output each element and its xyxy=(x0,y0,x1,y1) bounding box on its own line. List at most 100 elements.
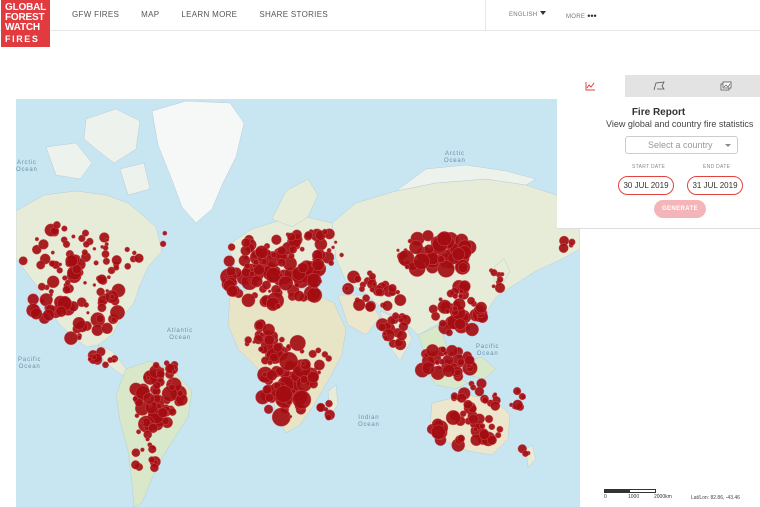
fire-detection-point xyxy=(262,323,275,337)
fire-detection-point xyxy=(568,238,576,246)
scale-bar-graphic xyxy=(604,489,656,493)
tab-imagery[interactable] xyxy=(692,75,760,97)
fire-detection-point xyxy=(404,264,410,270)
scale-tick-2000: 2000km xyxy=(654,494,672,500)
fire-detection-point xyxy=(289,245,298,254)
fire-detection-point xyxy=(475,301,488,314)
fire-detection-point xyxy=(277,258,286,267)
fire-detection-point xyxy=(145,437,150,442)
fire-detection-point xyxy=(491,284,496,289)
fire-detection-point xyxy=(275,385,293,403)
language-label: ENGLISH xyxy=(509,12,538,18)
fire-detection-point xyxy=(110,316,118,323)
country-select[interactable]: Select a country xyxy=(625,136,738,154)
fire-detection-point xyxy=(109,294,116,300)
fire-detection-point xyxy=(148,456,156,464)
fire-detection-point xyxy=(354,275,362,283)
fire-detection-point xyxy=(316,402,326,413)
gfw-fires-logo[interactable]: GLOBAL FOREST WATCH FIRES xyxy=(1,0,50,47)
fire-detection-point xyxy=(156,403,162,409)
scale-tick-0: 0 xyxy=(604,494,607,500)
end-date-label: END DATE xyxy=(703,164,731,170)
fire-detection-point xyxy=(97,303,107,313)
tab-fire-report[interactable] xyxy=(557,75,625,97)
fire-detection-point xyxy=(317,370,322,375)
fire-detection-point xyxy=(369,287,375,293)
fire-detection-point xyxy=(382,300,393,312)
fire-detection-point xyxy=(463,399,473,410)
fire-detection-point xyxy=(263,334,275,346)
fire-detection-point xyxy=(132,250,137,256)
world-fire-map[interactable]: Arctic Ocean Arctic Ocean Atlantic Ocean Pa… xyxy=(16,99,580,507)
more-dots-icon: ••• xyxy=(587,11,597,21)
fire-detection-point xyxy=(48,260,56,267)
ocean-label-pacific-east: Pacific Ocean xyxy=(476,344,499,358)
fire-detection-point xyxy=(37,282,46,291)
fire-detection-point xyxy=(396,330,407,341)
ocean-label-text: Ocean xyxy=(358,422,380,428)
fire-detection-point xyxy=(300,360,306,366)
nav-learn-more[interactable]: LEARN MORE xyxy=(181,10,237,19)
fire-detection-point xyxy=(157,407,168,418)
end-date-picker[interactable]: 31 JUL 2019 xyxy=(687,176,743,195)
fire-detection-point xyxy=(479,423,486,430)
nav-gfw-fires[interactable]: GFW FIRES xyxy=(72,10,119,19)
fire-detection-point xyxy=(156,369,165,379)
fire-detection-point xyxy=(34,237,39,242)
fire-detection-point xyxy=(82,240,90,248)
fire-detection-point xyxy=(362,294,370,303)
fire-detection-point xyxy=(513,387,522,396)
logo-line-3: WATCH xyxy=(5,22,40,33)
fire-detection-point xyxy=(339,252,344,258)
fire-detection-point xyxy=(105,238,109,242)
fire-detection-point xyxy=(438,358,446,365)
fire-detection-point xyxy=(277,246,287,256)
more-menu[interactable]: MORE ••• xyxy=(566,11,597,21)
fire-detection-point xyxy=(224,275,229,280)
start-date-picker[interactable]: 30 JUL 2019 xyxy=(618,176,674,195)
fire-detection-point xyxy=(495,432,502,439)
fire-detection-point xyxy=(261,280,272,290)
tab-country-flag[interactable] xyxy=(624,75,693,97)
fire-detection-point xyxy=(241,293,256,308)
fire-detection-point xyxy=(344,285,350,291)
fire-detection-point xyxy=(425,344,440,358)
fire-detection-point xyxy=(62,240,71,249)
fire-detection-point xyxy=(36,260,46,270)
fire-detection-point xyxy=(71,234,76,239)
nav-share-stories[interactable]: SHARE STORIES xyxy=(259,10,328,19)
language-selector[interactable]: ENGLISH xyxy=(509,11,547,18)
fire-detection-point xyxy=(46,275,60,289)
fire-detection-point xyxy=(55,305,67,318)
fire-detection-point xyxy=(267,360,273,366)
fire-detection-point xyxy=(459,410,467,418)
fire-detection-point xyxy=(27,293,40,306)
fire-detection-point xyxy=(468,414,479,425)
fire-detection-point xyxy=(493,392,498,397)
top-nav-bar: GFW FIRES MAP LEARN MORE SHARE STORIES E… xyxy=(0,0,760,31)
fire-detection-point xyxy=(297,262,309,273)
fire-detection-point xyxy=(457,434,465,443)
fire-detection-point xyxy=(244,262,251,269)
fire-detection-point xyxy=(454,318,466,330)
fire-detection-point xyxy=(490,269,498,277)
main-nav: GFW FIRES MAP LEARN MORE SHARE STORIES xyxy=(72,10,350,19)
generate-button[interactable]: GENERATE xyxy=(654,200,706,218)
fire-detection-point xyxy=(313,359,325,371)
fire-detection-point xyxy=(311,258,325,271)
fire-detection-point xyxy=(464,355,475,366)
scale-tick-1000: 1000 xyxy=(628,494,640,500)
fire-detection-point xyxy=(394,294,407,307)
fire-detection-point xyxy=(260,258,268,265)
nav-map[interactable]: MAP xyxy=(141,10,159,19)
fire-detection-point xyxy=(271,407,291,427)
fire-detection-point xyxy=(30,307,43,320)
fire-detection-point xyxy=(458,288,464,294)
fire-detection-point xyxy=(371,281,377,287)
fire-detection-point xyxy=(558,243,569,254)
fire-detection-point xyxy=(227,243,236,251)
fire-detection-point xyxy=(395,289,401,295)
country-select-placeholder: Select a country xyxy=(648,140,713,150)
flag-icon xyxy=(653,81,665,91)
fire-detection-point xyxy=(130,460,141,470)
